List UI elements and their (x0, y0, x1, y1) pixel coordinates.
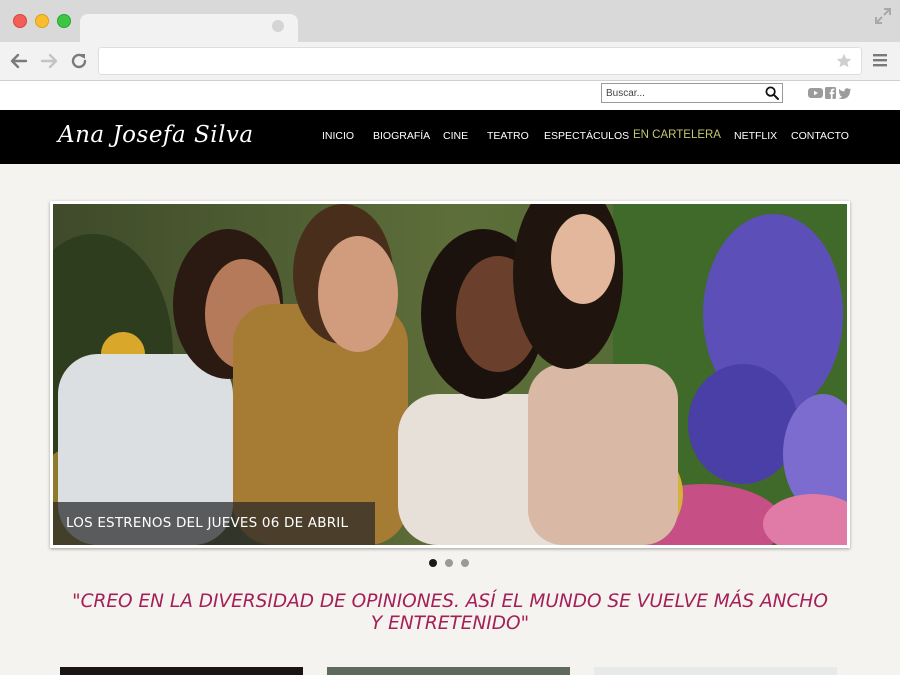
forward-arrow-icon[interactable] (38, 50, 60, 72)
nav-item-contacto[interactable]: CONTACTO (791, 130, 849, 142)
reload-icon[interactable] (68, 50, 90, 72)
youtube-icon[interactable] (808, 87, 823, 99)
search-box (601, 83, 783, 103)
close-window-button[interactable] (13, 14, 27, 28)
hero-slider[interactable]: LOS ESTRENOS DEL JUEVES 06 DE ABRIL (50, 201, 850, 548)
maximize-window-button[interactable] (57, 14, 71, 28)
tab-close-icon[interactable] (272, 20, 284, 32)
nav-item-inicio[interactable]: INICIO (322, 130, 354, 142)
web-page: Ana Josefa Silva INICIO BIOGRAFÍA CINE T… (0, 81, 900, 675)
nav-item-espectaculos[interactable]: ESPECTÁCULOS (544, 130, 629, 142)
facebook-icon[interactable] (825, 87, 836, 99)
slider-dot-3[interactable] (461, 559, 469, 567)
article-thumbnail-3[interactable] (594, 667, 837, 675)
browser-toolbar (0, 42, 900, 81)
search-input[interactable] (602, 84, 756, 102)
site-logo[interactable]: Ana Josefa Silva (58, 122, 254, 148)
minimize-window-button[interactable] (35, 14, 49, 28)
slide-caption-text: LOS ESTRENOS DEL JUEVES 06 DE ABRIL (66, 515, 349, 531)
nav-item-en-cartelera[interactable]: EN CARTELERA (633, 129, 721, 141)
slider-dot-2[interactable] (445, 559, 453, 567)
hero-photo-illustration (53, 204, 847, 545)
nav-item-biografia[interactable]: BIOGRAFÍA (373, 130, 430, 142)
nav-item-netflix[interactable]: NETFLIX (734, 130, 777, 142)
address-bar[interactable] (98, 47, 862, 75)
fullscreen-icon[interactable] (874, 7, 892, 25)
nav-item-teatro[interactable]: TEATRO (487, 130, 529, 142)
browser-tab[interactable] (80, 14, 298, 42)
utility-bar (0, 81, 900, 110)
article-thumbnail-2[interactable] (327, 667, 570, 675)
browser-menu-icon[interactable] (872, 52, 888, 68)
slide-caption[interactable]: LOS ESTRENOS DEL JUEVES 06 DE ABRIL (53, 502, 375, 545)
back-arrow-icon[interactable] (8, 50, 30, 72)
slider-dot-1[interactable] (429, 559, 437, 567)
featured-quote: "CREO EN LA DIVERSIDAD DE OPINIONES. ASÍ… (72, 591, 828, 634)
browser-titlebar (0, 0, 900, 42)
bookmark-star-icon[interactable] (835, 52, 853, 70)
twitter-icon[interactable] (839, 87, 851, 99)
hero-image: LOS ESTRENOS DEL JUEVES 06 DE ABRIL (53, 204, 847, 545)
search-icon[interactable] (765, 86, 779, 100)
nav-item-cine[interactable]: CINE (443, 130, 468, 142)
article-thumbnail-1[interactable] (60, 667, 303, 675)
main-navigation: Ana Josefa Silva INICIO BIOGRAFÍA CINE T… (0, 110, 900, 164)
